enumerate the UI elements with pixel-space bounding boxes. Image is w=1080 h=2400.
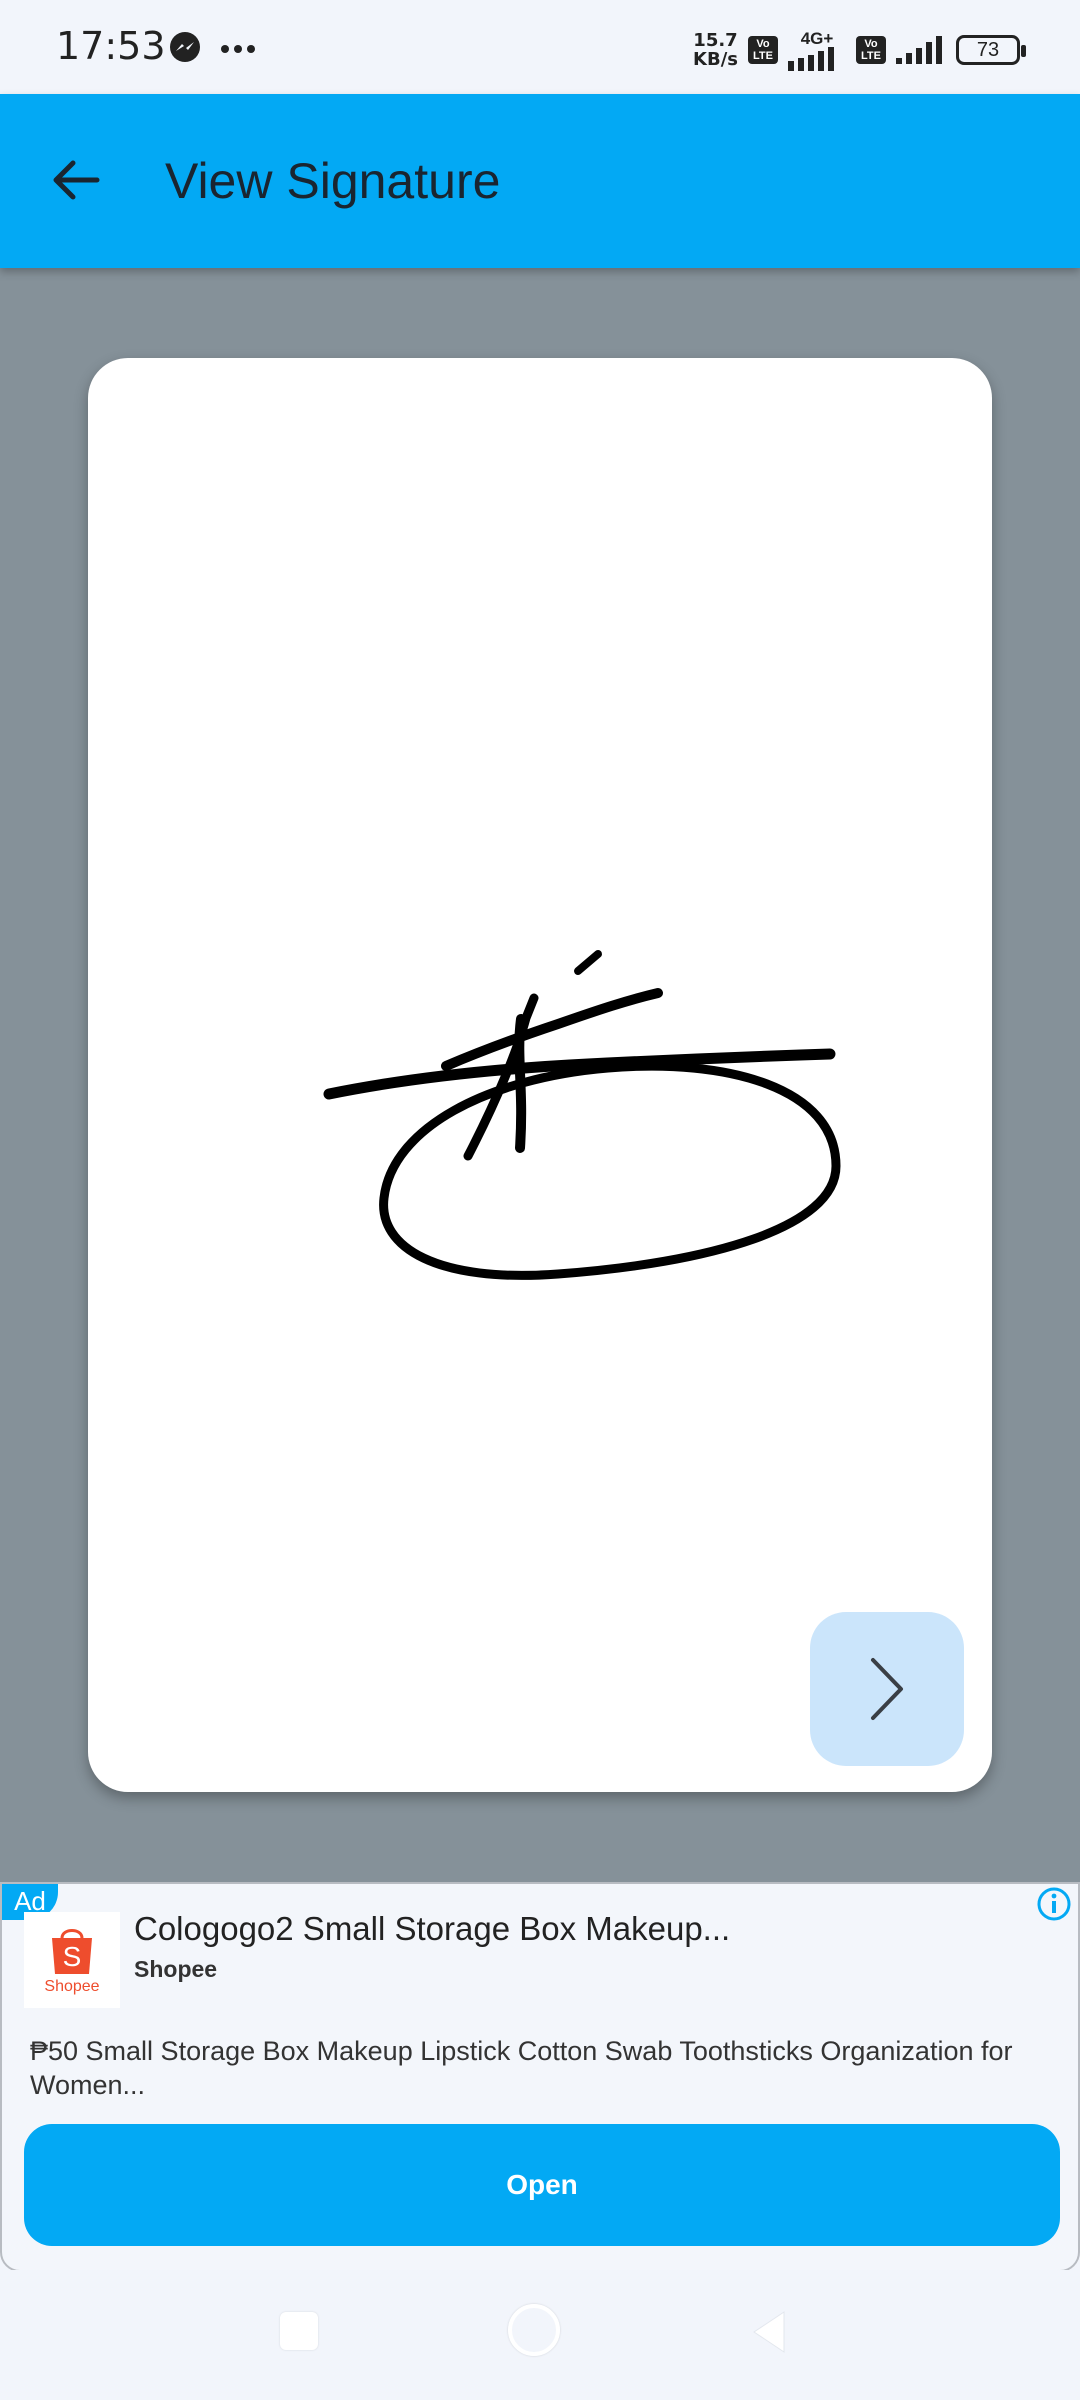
ad-title[interactable]: Cologogo2 Small Storage Box Makeup...: [134, 1910, 730, 1948]
volte-badge-sim1: Vo LTE: [748, 36, 778, 64]
status-system-icons: 15.7 KB/s Vo LTE 4G+ Vo LTE 73: [693, 22, 1026, 78]
speed-value: 15.7: [693, 30, 738, 51]
app-bar: View Signature: [0, 94, 1080, 268]
chevron-right-icon: [871, 1658, 903, 1720]
status-notification-icons: [168, 30, 256, 69]
network-speed: 15.7 KB/s: [693, 31, 738, 69]
back-button[interactable]: [40, 139, 112, 221]
sim1-signal: 4G+: [788, 30, 846, 71]
signature-image: [323, 950, 841, 1280]
page-title: View Signature: [165, 153, 501, 209]
network-type: 4G+: [800, 28, 834, 48]
next-button[interactable]: [810, 1612, 964, 1766]
recents-icon[interactable]: [280, 2312, 318, 2350]
content-area: [0, 268, 1080, 1882]
messenger-icon: [168, 30, 202, 69]
signal-icon: [788, 46, 834, 71]
shopping-bag-icon: S: [52, 1929, 92, 1974]
ad-banner[interactable]: Ad S Shopee Cologogo2 Small Storage Box …: [0, 1882, 1080, 2272]
status-time: 17:53: [56, 24, 166, 68]
ad-description: ₱50 Small Storage Box Makeup Lipstick Co…: [30, 2036, 1013, 2100]
info-icon[interactable]: [1034, 1884, 1074, 1924]
logo-text: Shopee: [44, 1978, 100, 1995]
system-nav-bar: [0, 2270, 1080, 2400]
ad-advertiser: Shopee: [134, 1956, 218, 1982]
battery-level: 73: [976, 38, 1000, 61]
arrow-back-icon: [53, 160, 100, 200]
logo-letter: S: [63, 1941, 82, 1972]
open-button[interactable]: Open: [24, 2124, 1060, 2246]
back-icon[interactable]: [748, 2308, 788, 2356]
speed-unit: KB/s: [693, 49, 738, 70]
advertiser-logo[interactable]: S Shopee: [24, 1912, 120, 2008]
volte-badge-sim2: Vo LTE: [856, 36, 886, 64]
status-bar: 17:53 15.7 KB/s Vo LTE 4G+ Vo LTE 73: [0, 0, 1080, 94]
home-icon[interactable]: [508, 2304, 560, 2356]
battery-icon: 73: [956, 35, 1026, 65]
signature-card: [88, 358, 992, 1792]
more-icon: [220, 41, 256, 59]
signal-icon: [896, 36, 942, 64]
